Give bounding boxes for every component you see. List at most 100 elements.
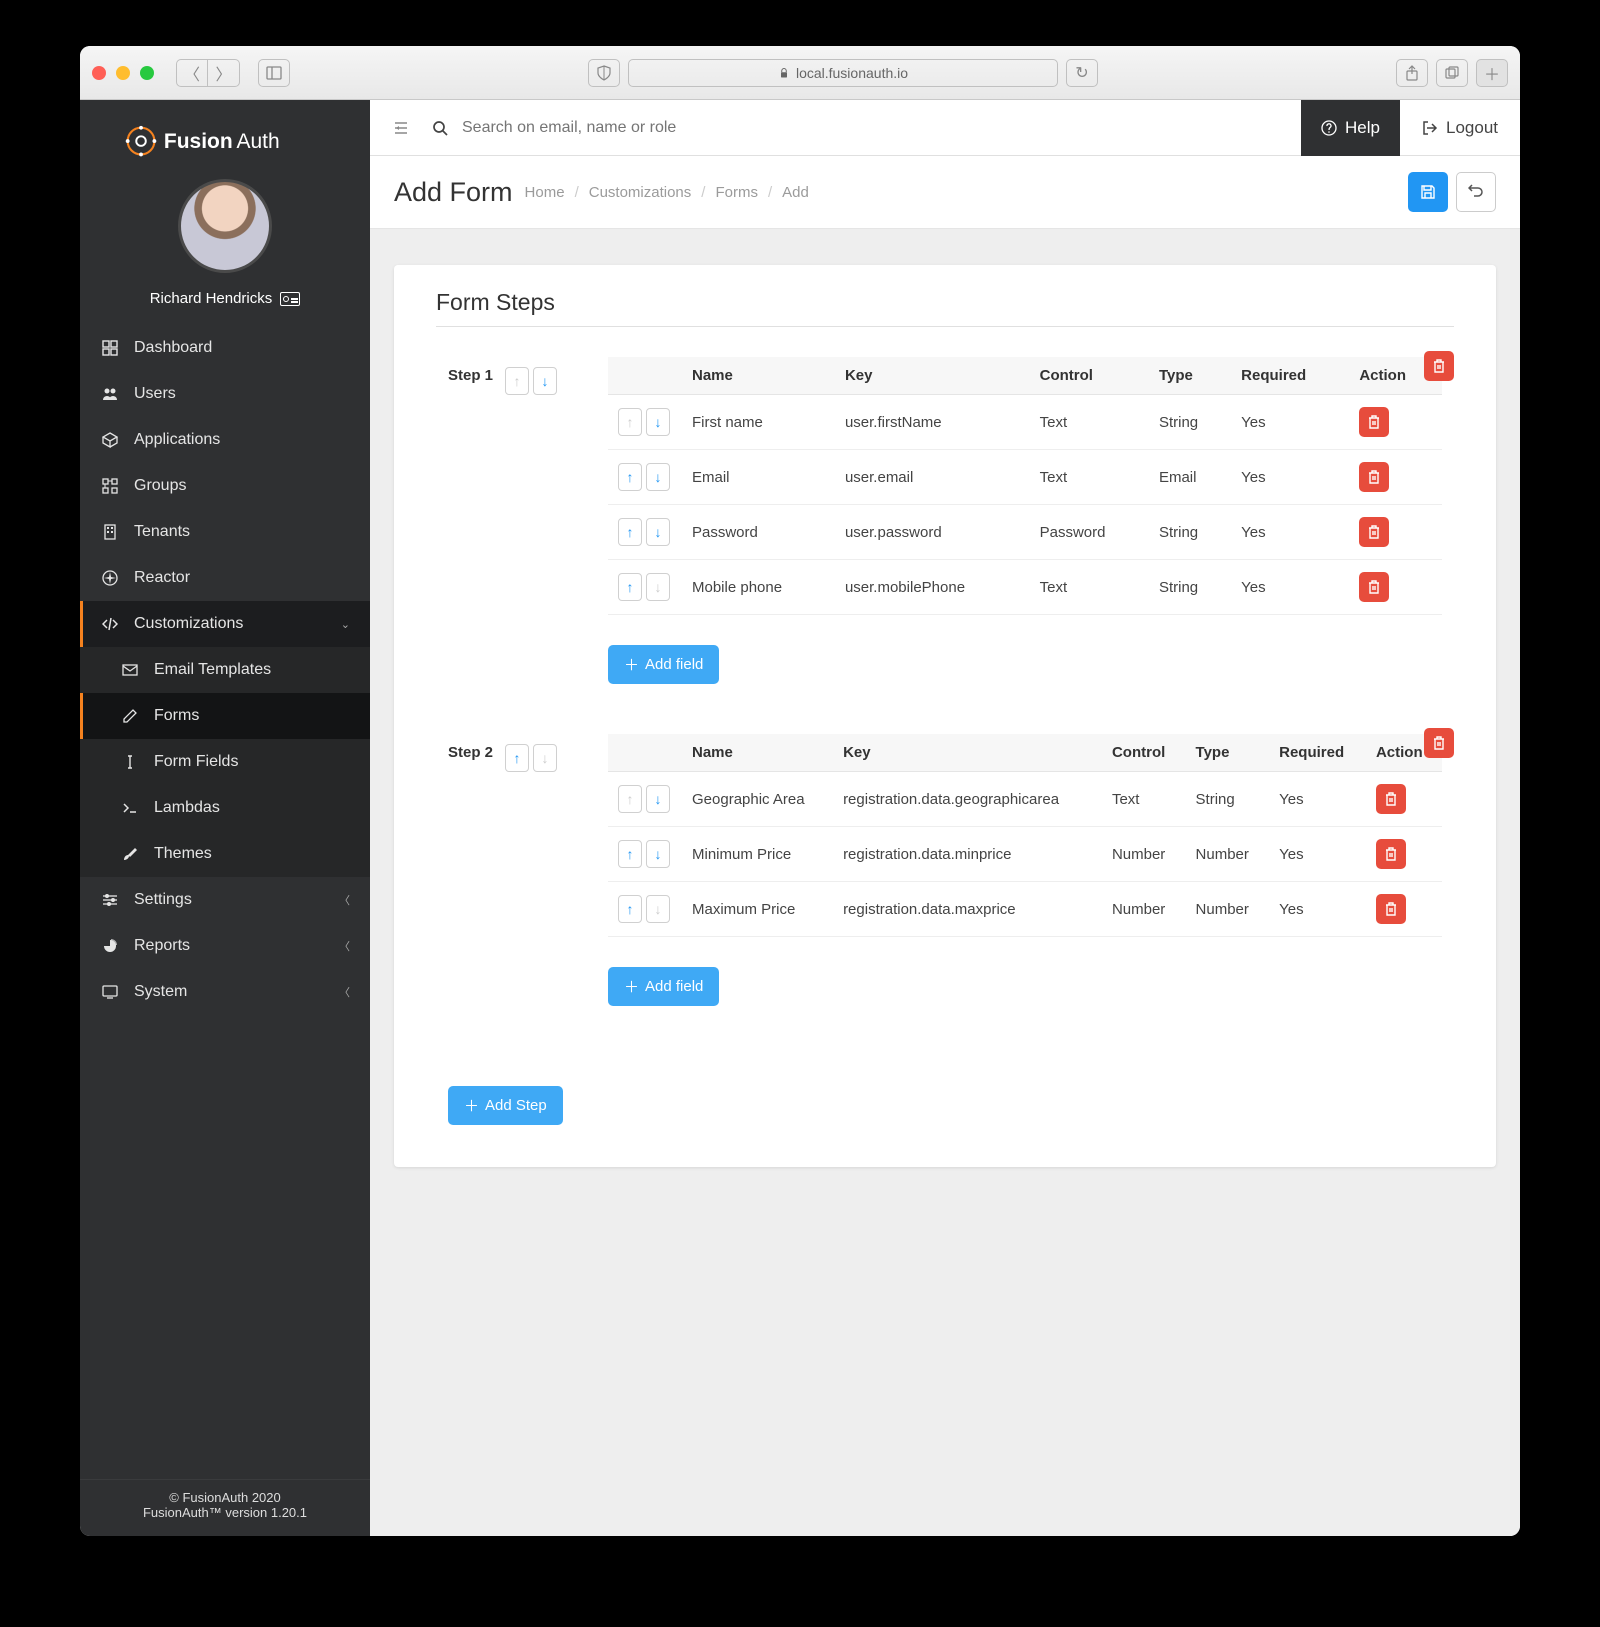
nav-reports[interactable]: Reports〈 — [80, 923, 370, 969]
cube-icon — [100, 431, 120, 449]
pencil-icon — [120, 707, 140, 725]
fields-table: Name Key Control Type Required Action ↑ … — [608, 734, 1442, 937]
cell-name: Password — [682, 505, 835, 560]
cell-name: Email — [682, 450, 835, 505]
nav-lambdas[interactable]: Lambdas — [80, 785, 370, 831]
trash-icon — [1383, 791, 1399, 807]
move-down-button[interactable]: ↓ — [646, 463, 670, 491]
table-row: ↑ ↓ Email user.email Text Email Yes — [608, 450, 1442, 505]
move-down-button[interactable]: ↓ — [646, 408, 670, 436]
minimize-window-button[interactable] — [116, 66, 130, 80]
move-down-button[interactable]: ↓ — [646, 840, 670, 868]
zoom-window-button[interactable] — [140, 66, 154, 80]
browser-window: 〈 〉 local.fusionauth.io ↻ ＋ — [80, 46, 1520, 1536]
add-step-button[interactable]: ＋ Add Step — [448, 1086, 563, 1125]
share-icon[interactable] — [1396, 59, 1428, 87]
table-row: ↑ ↓ Mobile phone user.mobilePhone Text S… — [608, 560, 1442, 615]
nav-themes[interactable]: Themes — [80, 831, 370, 877]
cell-key: user.email — [835, 450, 1030, 505]
delete-step-button[interactable] — [1424, 351, 1454, 381]
address-bar[interactable]: local.fusionauth.io — [628, 59, 1058, 87]
trash-icon — [1366, 524, 1382, 540]
id-card-icon[interactable] — [280, 292, 300, 306]
tabs-icon[interactable] — [1436, 59, 1468, 87]
cell-type: Email — [1149, 450, 1231, 505]
new-tab-icon[interactable]: ＋ — [1476, 59, 1508, 87]
crumb-forms[interactable]: Forms — [715, 184, 758, 201]
step-label: Step 1 — [448, 367, 493, 384]
forward-browser-button[interactable]: 〉 — [208, 59, 240, 87]
undo-icon — [1468, 184, 1484, 200]
move-up-button[interactable]: ↑ — [618, 408, 642, 436]
help-button[interactable]: Help — [1301, 100, 1400, 156]
back-browser-button[interactable]: 〈 — [176, 59, 208, 87]
crumb-home[interactable]: Home — [525, 184, 565, 201]
move-down-button[interactable]: ↓ — [646, 518, 670, 546]
delete-step-button[interactable] — [1424, 728, 1454, 758]
search-input[interactable] — [462, 119, 1301, 137]
save-button[interactable] — [1408, 172, 1448, 212]
th-control: Control — [1030, 357, 1149, 395]
svg-text:Auth: Auth — [236, 130, 279, 153]
traffic-lights — [92, 66, 154, 80]
move-step-up-button[interactable]: ↑ — [505, 367, 529, 395]
th-key: Key — [835, 357, 1030, 395]
sidebar-collapse-icon[interactable] — [370, 117, 432, 138]
move-up-button[interactable]: ↑ — [618, 840, 642, 868]
nav-system[interactable]: System〈 — [80, 969, 370, 1015]
nav-reactor[interactable]: Reactor — [80, 555, 370, 601]
terminal-icon — [120, 799, 140, 817]
delete-field-button[interactable] — [1376, 784, 1406, 814]
nav-users[interactable]: Users — [80, 371, 370, 417]
th-type: Type — [1149, 357, 1231, 395]
cell-required: Yes — [1231, 450, 1349, 505]
move-up-button[interactable]: ↑ — [618, 518, 642, 546]
delete-field-button[interactable] — [1359, 407, 1389, 437]
user-avatar[interactable] — [178, 179, 272, 273]
nav-forms[interactable]: Forms — [80, 693, 370, 739]
cell-name: Minimum Price — [682, 827, 833, 882]
cell-key: user.mobilePhone — [835, 560, 1030, 615]
move-step-up-button[interactable]: ↑ — [505, 744, 529, 772]
move-up-button[interactable]: ↑ — [618, 785, 642, 813]
privacy-shield-icon[interactable] — [588, 59, 620, 87]
crumb-customizations[interactable]: Customizations — [589, 184, 692, 201]
move-down-button[interactable]: ↓ — [646, 785, 670, 813]
nav-email-templates[interactable]: Email Templates — [80, 647, 370, 693]
nav-settings[interactable]: Settings〈 — [80, 877, 370, 923]
delete-field-button[interactable] — [1376, 894, 1406, 924]
nav-applications[interactable]: Applications — [80, 417, 370, 463]
table-row: ↑ ↓ First name user.firstName Text Strin… — [608, 395, 1442, 450]
move-down-button[interactable]: ↓ — [646, 895, 670, 923]
cell-type: String — [1149, 560, 1231, 615]
move-up-button[interactable]: ↑ — [618, 463, 642, 491]
sidebar-toggle-icon[interactable] — [258, 59, 290, 87]
move-up-button[interactable]: ↑ — [618, 895, 642, 923]
move-step-down-button[interactable]: ↓ — [533, 367, 557, 395]
nav-dashboard[interactable]: Dashboard — [80, 325, 370, 371]
add-field-button[interactable]: ＋Add field — [608, 967, 719, 1006]
th-control: Control — [1102, 734, 1186, 772]
nav-groups[interactable]: Groups — [80, 463, 370, 509]
delete-field-button[interactable] — [1359, 462, 1389, 492]
breadcrumb: Home/ Customizations/ Forms/ Add — [525, 184, 809, 201]
move-down-button[interactable]: ↓ — [646, 573, 670, 601]
cell-required: Yes — [1269, 882, 1366, 937]
close-window-button[interactable] — [92, 66, 106, 80]
delete-field-button[interactable] — [1376, 839, 1406, 869]
move-step-down-button[interactable]: ↓ — [533, 744, 557, 772]
delete-field-button[interactable] — [1359, 572, 1389, 602]
nav-form-fields[interactable]: Form Fields — [80, 739, 370, 785]
add-field-button[interactable]: ＋Add field — [608, 645, 719, 684]
username: Richard Hendricks — [80, 290, 370, 325]
delete-field-button[interactable] — [1359, 517, 1389, 547]
move-up-button[interactable]: ↑ — [618, 573, 642, 601]
pie-chart-icon — [100, 937, 120, 955]
undo-button[interactable] — [1456, 172, 1496, 212]
nav-customizations[interactable]: Customizations⌄ — [80, 601, 370, 647]
step-label: Step 2 — [448, 744, 493, 761]
reload-icon[interactable]: ↻ — [1066, 59, 1098, 87]
nav-tenants[interactable]: Tenants — [80, 509, 370, 555]
logout-button[interactable]: Logout — [1400, 100, 1520, 156]
cell-control: Password — [1030, 505, 1149, 560]
